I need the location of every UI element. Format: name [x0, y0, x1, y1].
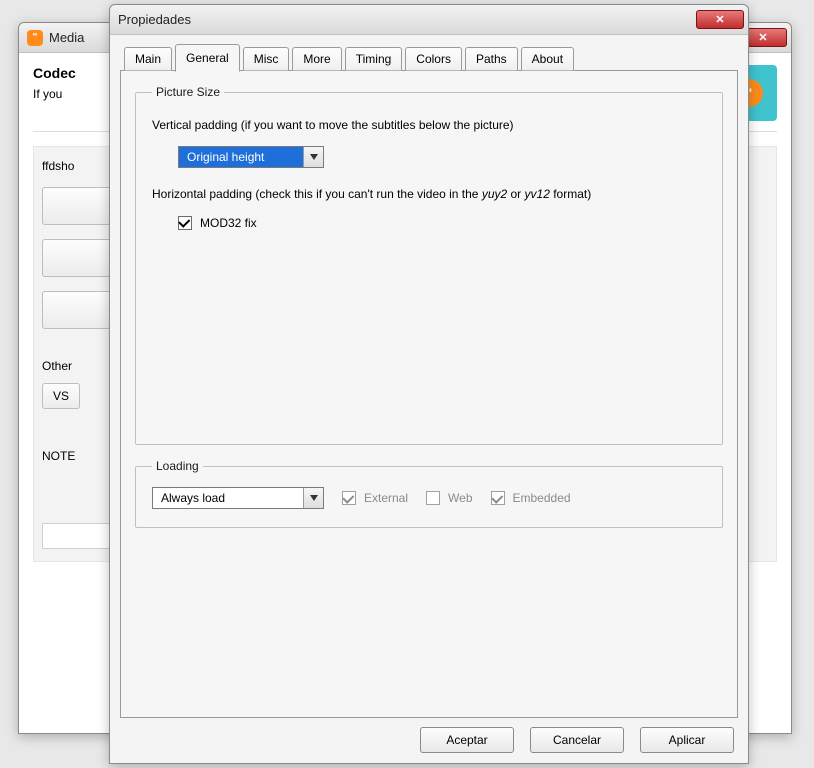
- external-label: External: [364, 491, 408, 505]
- loading-row: Always load External Web: [152, 487, 706, 509]
- dlg-close-button[interactable]: ✕: [696, 10, 744, 29]
- loading-mode-combo[interactable]: Always load: [152, 487, 324, 509]
- vs-button[interactable]: VS: [42, 383, 80, 409]
- embedded-checkbox[interactable]: [491, 491, 505, 505]
- chevron-down-icon: [303, 147, 323, 167]
- embedded-row: Embedded: [491, 491, 571, 505]
- web-label: Web: [448, 491, 472, 505]
- tab-about[interactable]: About: [521, 47, 574, 71]
- dlg-body: Main General Misc More Timing Colors Pat…: [110, 35, 748, 763]
- picture-size-legend: Picture Size: [152, 85, 224, 99]
- yv12-italic: yv12: [525, 187, 550, 201]
- mod32-fix-checkbox[interactable]: [178, 216, 192, 230]
- web-checkbox[interactable]: [426, 491, 440, 505]
- codec-desc: If you: [33, 87, 76, 101]
- loading-legend: Loading: [152, 459, 203, 473]
- vertical-padding-label: Vertical padding (if you want to move th…: [152, 117, 706, 134]
- mod32-fix-row: MOD32 fix: [178, 216, 706, 230]
- mod32-fix-label: MOD32 fix: [200, 216, 257, 230]
- picture-size-group: Picture Size Vertical padding (if you wa…: [135, 85, 723, 445]
- propiedades-dialog: Propiedades ✕ Main General Misc More Tim…: [109, 4, 749, 764]
- external-row: External: [342, 491, 408, 505]
- cancel-button[interactable]: Cancelar: [530, 727, 624, 753]
- horizontal-padding-label: Horizontal padding (check this if you ca…: [152, 186, 706, 203]
- codec-heading: Codec: [33, 65, 76, 81]
- external-checkbox[interactable]: [342, 491, 356, 505]
- loading-group: Loading Always load External Web: [135, 459, 723, 528]
- yuy2-italic: yuy2: [482, 187, 507, 201]
- chevron-down-icon: [303, 488, 323, 508]
- apply-button[interactable]: Aplicar: [640, 727, 734, 753]
- tab-general[interactable]: General: [175, 44, 240, 72]
- tab-page-general: Picture Size Vertical padding (if you wa…: [120, 70, 738, 718]
- tab-more[interactable]: More: [292, 47, 341, 71]
- dlg-title: Propiedades: [118, 12, 694, 27]
- loading-mode-value: Always load: [153, 488, 303, 508]
- tab-main[interactable]: Main: [124, 47, 172, 71]
- tab-strip: Main General Misc More Timing Colors Pat…: [120, 43, 738, 71]
- embedded-label: Embedded: [513, 491, 571, 505]
- tab-colors[interactable]: Colors: [405, 47, 462, 71]
- tab-misc[interactable]: Misc: [243, 47, 290, 71]
- vertical-padding-value: Original height: [179, 147, 303, 167]
- web-row: Web: [426, 491, 472, 505]
- dialog-buttons: Aceptar Cancelar Aplicar: [420, 727, 734, 753]
- accept-button[interactable]: Aceptar: [420, 727, 514, 753]
- tab-timing[interactable]: Timing: [345, 47, 403, 71]
- dlg-titlebar: Propiedades ✕: [110, 5, 748, 35]
- app-icon: ": [27, 30, 43, 46]
- vertical-padding-combo[interactable]: Original height: [178, 146, 324, 168]
- tab-paths[interactable]: Paths: [465, 47, 518, 71]
